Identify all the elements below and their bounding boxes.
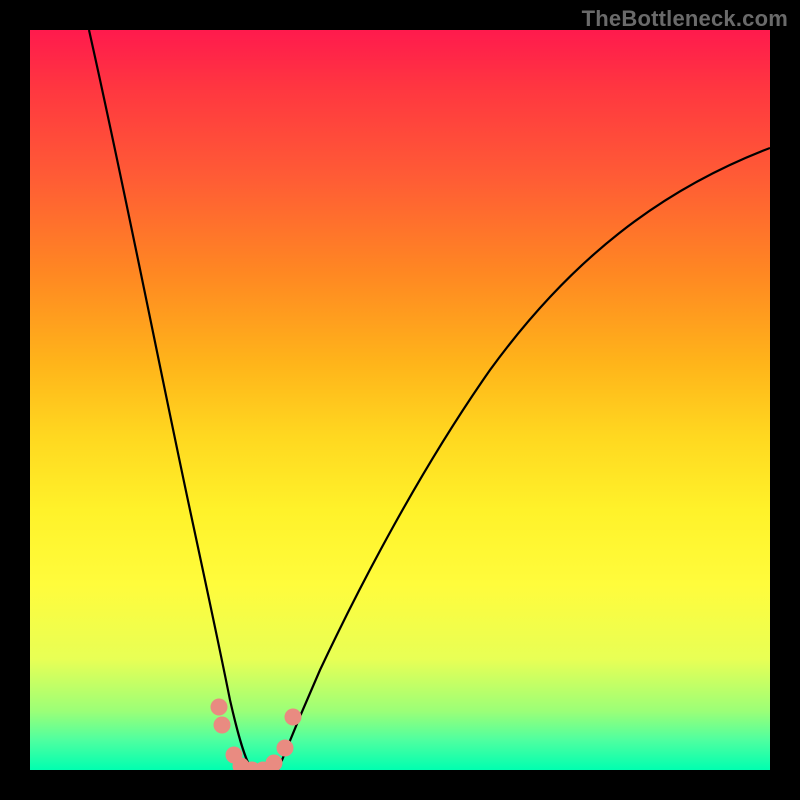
plot-area	[30, 30, 770, 770]
data-point	[211, 699, 228, 716]
curve-left-branch	[89, 30, 252, 770]
chart-container: TheBottleneck.com	[0, 0, 800, 800]
curve-layer	[30, 30, 770, 770]
watermark-text: TheBottleneck.com	[582, 6, 788, 32]
curve-right-branch	[278, 148, 770, 770]
data-point	[285, 709, 302, 726]
data-point	[214, 717, 231, 734]
data-point	[266, 755, 283, 771]
data-point	[277, 740, 294, 757]
